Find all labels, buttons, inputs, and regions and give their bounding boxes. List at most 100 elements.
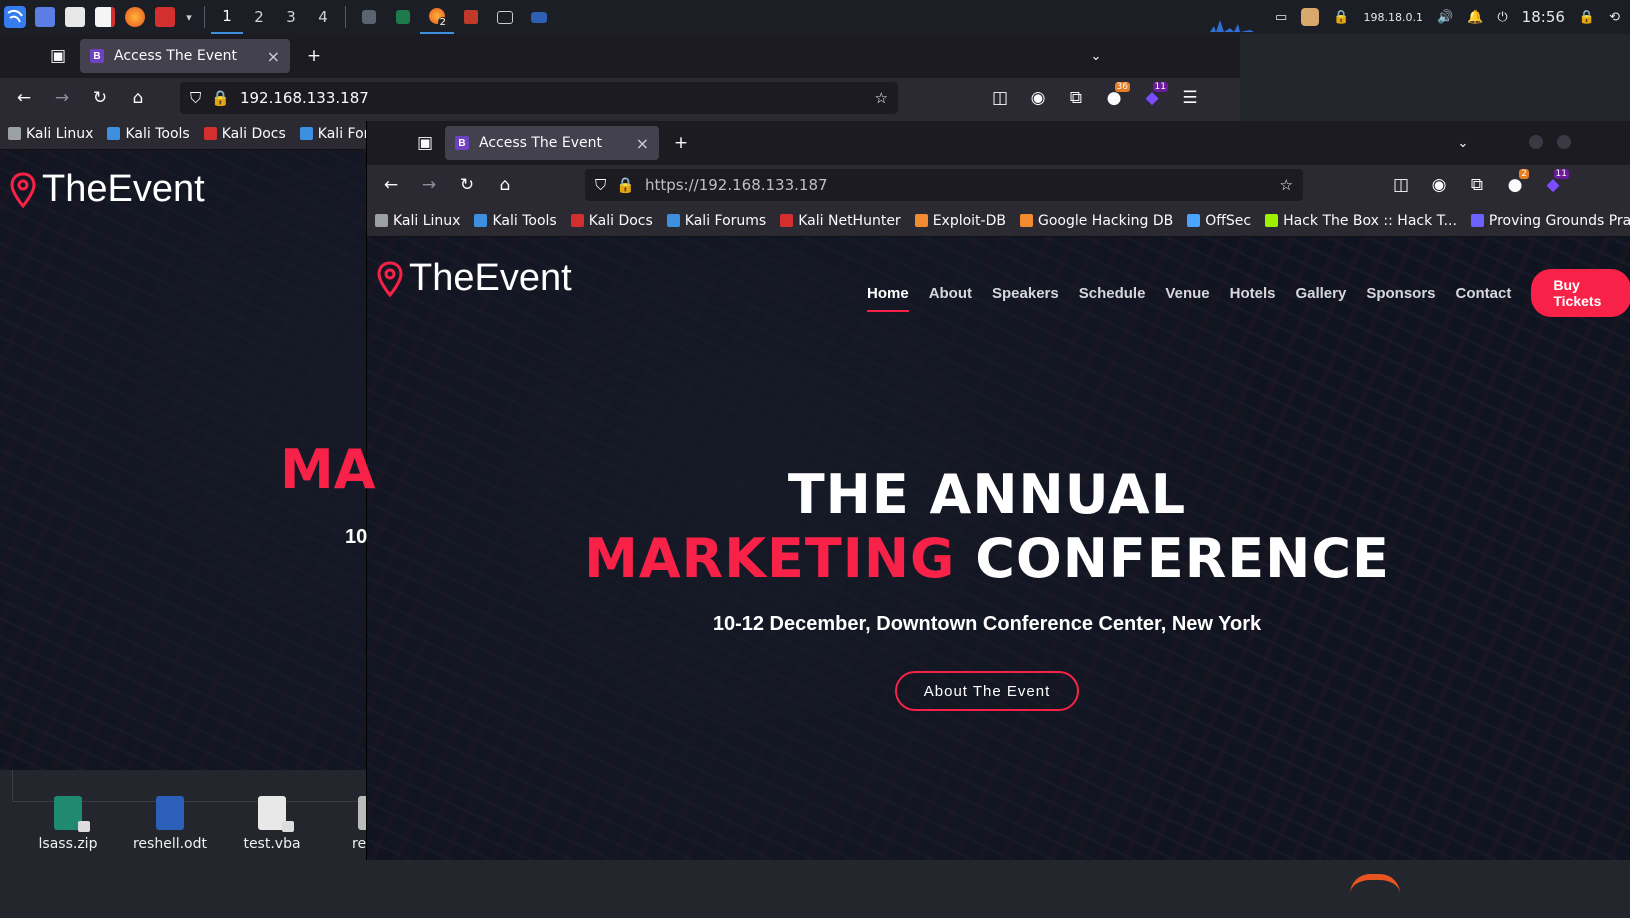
tab-list-chevron-icon[interactable]: ⌄ (1080, 40, 1112, 72)
lock-screen-icon[interactable]: 🔒 (1579, 10, 1595, 25)
bookmark-item[interactable]: Kali NetHunter (780, 212, 901, 229)
volume-icon[interactable]: 🔊 (1437, 10, 1453, 25)
star-icon[interactable]: ☆ (1280, 176, 1293, 194)
reload-icon[interactable]: ↻ (451, 169, 483, 201)
back-arrow-icon[interactable]: ← (8, 82, 40, 114)
extension-1-icon[interactable]: ● 36 (1098, 82, 1130, 114)
reload-icon[interactable]: ↻ (84, 82, 116, 114)
lock-icon[interactable]: 🔒 (616, 176, 635, 194)
nav-schedule[interactable]: Schedule (1079, 285, 1146, 302)
tab-list-chevron-icon[interactable]: ⌄ (1447, 127, 1479, 159)
terminal-launcher-icon[interactable] (150, 0, 180, 34)
star-icon[interactable]: ☆ (875, 89, 888, 107)
pocket-icon[interactable]: ◫ (984, 82, 1016, 114)
about-event-button[interactable]: About The Event (895, 671, 1079, 711)
desktop-icon-file[interactable]: reshell.odt (120, 796, 220, 852)
power-icon[interactable]: ⏻ (1497, 10, 1507, 25)
desktop-icon-file[interactable]: re (318, 796, 368, 852)
nav-home[interactable]: Home (867, 285, 909, 312)
bookmark-item[interactable]: Hack The Box :: Hack T... (1265, 213, 1457, 229)
notification-icon[interactable]: 🔔 (1467, 10, 1483, 25)
extensions-icon[interactable]: ⧉ (1461, 169, 1493, 201)
ext-badge: 11 (1553, 169, 1569, 179)
new-tab-icon[interactable]: + (298, 40, 330, 72)
shield-icon[interactable]: ⛉ (595, 176, 606, 194)
nav-gallery[interactable]: Gallery (1295, 285, 1346, 302)
front-url-text[interactable]: https://192.168.133.187 (645, 176, 1270, 194)
bookmark-item[interactable]: Kali Linux (375, 213, 460, 229)
lock-icon[interactable]: 🔒 (211, 89, 230, 107)
window-button-terminal[interactable] (488, 0, 522, 34)
nav-about[interactable]: About (929, 285, 972, 302)
bookmark-item[interactable]: Kali Linux (8, 126, 93, 142)
file-manager-icon[interactable] (60, 0, 90, 34)
workspace-2[interactable]: 2 (243, 0, 275, 34)
back-url-text[interactable]: 192.168.133.187 (240, 89, 865, 107)
extension-1-icon[interactable]: ● 2 (1499, 169, 1531, 201)
close-icon[interactable]: × (636, 134, 649, 153)
bookmark-item[interactable]: Exploit-DB (914, 213, 1006, 229)
front-tab[interactable]: B Access The Event × (445, 126, 659, 160)
bookmark-item[interactable]: Kali Docs (570, 213, 653, 229)
hero-headline: THE ANNUAL MARKETING CONFERENCE (367, 463, 1607, 591)
window-maximize-icon[interactable] (1557, 135, 1571, 149)
home-icon[interactable]: ⌂ (489, 169, 521, 201)
nav-sponsors[interactable]: Sponsors (1366, 285, 1435, 302)
bookmark-item[interactable]: Kali Tools (107, 126, 190, 142)
account-icon[interactable]: ◉ (1022, 82, 1054, 114)
bookmark-item[interactable]: Google Hacking DB (1019, 213, 1173, 229)
extensions-icon[interactable]: ⧉ (1060, 82, 1092, 114)
firefox-launcher-icon[interactable] (120, 0, 150, 34)
menu-icon[interactable]: ☰ (1174, 82, 1206, 114)
desktop-icon-file[interactable]: lsass.zip (18, 796, 118, 852)
cat-icon[interactable] (1301, 8, 1320, 26)
bookmark-item[interactable]: Kali Docs (203, 126, 286, 142)
bookmark-item[interactable]: Kali Tools (474, 213, 557, 229)
new-tab-icon[interactable]: + (665, 127, 697, 159)
chevron-down-icon[interactable]: ▾ (180, 0, 198, 34)
nav-speakers[interactable]: Speakers (992, 285, 1059, 302)
back-tab[interactable]: B Access The Event × (80, 39, 290, 73)
account-icon[interactable]: ◉ (1423, 169, 1455, 201)
bookmark-label: Kali NetHunter (798, 212, 901, 229)
clock[interactable]: 18:56 (1522, 8, 1565, 26)
buy-tickets-button[interactable]: Buy Tickets (1531, 269, 1630, 317)
home-icon[interactable]: ⌂ (122, 82, 154, 114)
window-minimize-icon[interactable] (1529, 135, 1543, 149)
network-lock-icon[interactable]: 🔒 (1333, 10, 1349, 25)
bookmark-item[interactable]: Kali Forums (666, 213, 766, 229)
display-icon[interactable]: ▭ (1275, 10, 1287, 25)
pocket-icon[interactable]: ◫ (1385, 169, 1417, 201)
extension-2-icon[interactable]: ◆ 11 (1537, 169, 1569, 201)
kali-menu-icon[interactable] (0, 0, 30, 34)
back-arrow-icon[interactable]: ← (375, 169, 407, 201)
tab-overview-icon[interactable]: ▣ (409, 127, 441, 159)
tab-overview-icon[interactable]: ▣ (42, 40, 74, 72)
forward-arrow-icon[interactable]: → (46, 82, 78, 114)
forward-arrow-icon[interactable]: → (413, 169, 445, 201)
desktop-icon-file[interactable]: test.vba (222, 796, 322, 852)
back-url-bar[interactable]: ⛉ 🔒 192.168.133.187 ☆ (180, 82, 898, 114)
nav-venue[interactable]: Venue (1165, 285, 1209, 302)
workspace-1[interactable]: 1 (211, 0, 243, 34)
close-icon[interactable]: × (267, 47, 280, 66)
window-button-6[interactable] (522, 0, 556, 34)
nav-hotels[interactable]: Hotels (1230, 285, 1276, 302)
window-button-4[interactable] (454, 0, 488, 34)
extension-2-icon[interactable]: ◆ 11 (1136, 82, 1168, 114)
front-url-bar[interactable]: ⛉ 🔒 https://192.168.133.187 ☆ (585, 169, 1303, 201)
bookmark-item[interactable]: Proving Grounds Pract... (1470, 213, 1630, 229)
bookmark-item[interactable]: OffSec (1187, 213, 1251, 229)
site-logo[interactable]: TheEvent (377, 257, 572, 300)
window-button-firefox[interactable]: 2 (420, 0, 454, 34)
desktop-icon[interactable] (30, 0, 60, 34)
shield-icon[interactable]: ⛉ (190, 89, 201, 107)
text-editor-icon[interactable] (90, 0, 120, 34)
workspace-3[interactable]: 3 (275, 0, 307, 34)
back-site-logo[interactable]: TheEvent (10, 168, 205, 211)
window-button-1[interactable] (352, 0, 386, 34)
workspace-4[interactable]: 4 (307, 0, 339, 34)
window-button-2[interactable] (386, 0, 420, 34)
nav-contact[interactable]: Contact (1456, 285, 1512, 302)
logout-icon[interactable]: ⟲ (1609, 10, 1620, 25)
